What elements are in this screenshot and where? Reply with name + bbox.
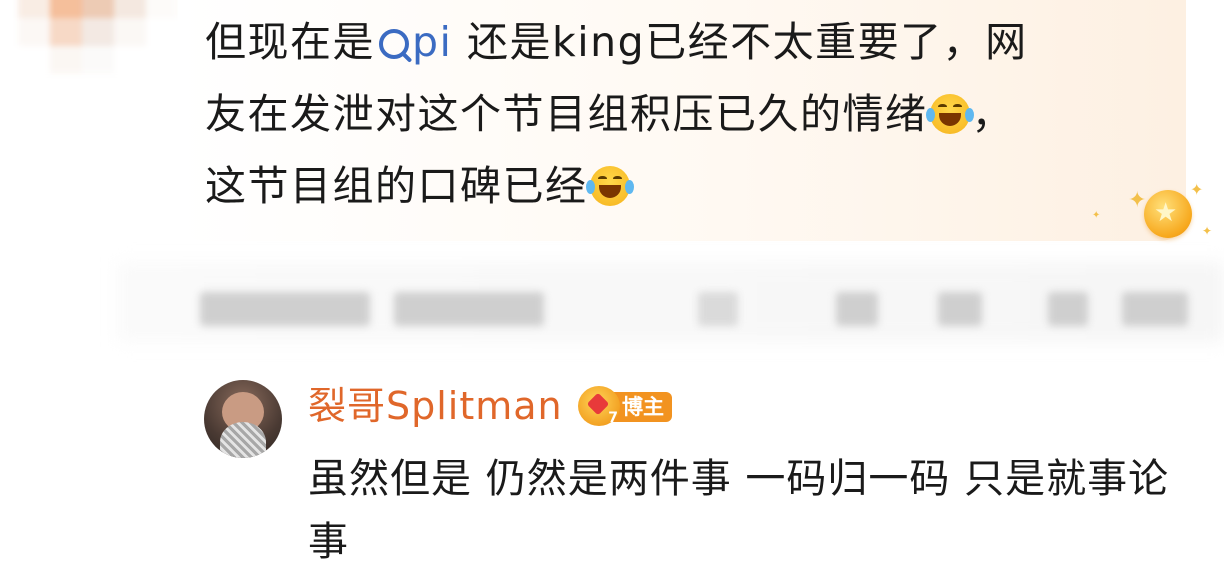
search-icon — [379, 29, 409, 59]
star-badge-icon: ★ — [1130, 190, 1206, 238]
sparkle-icon: ✦ — [1092, 210, 1101, 221]
reply-author-name[interactable]: 裂哥Splitman — [308, 380, 563, 432]
comment-text: 但现在是 pi 还是king已经不太重要了，网 友在发泄对这个节目组积压已久的情绪… — [205, 6, 1165, 222]
laugh-cry-emoji-icon — [925, 94, 974, 134]
comment-line1-start: 但现在是 — [205, 18, 375, 66]
comment-line1-end: 还是king已经不太重要了，网 — [452, 18, 1028, 66]
sparkle-icon: ✦ — [1190, 180, 1204, 199]
laugh-cry-emoji-icon — [585, 166, 634, 206]
comment-actions-blurred — [118, 262, 1218, 342]
mention-text: pi — [412, 18, 453, 66]
comment-line2: 友在发泄对这个节目组积压已久的情绪 — [205, 90, 928, 138]
fan-badge[interactable]: ✦ ✦ ✦ ✦ ★ — [1062, 180, 1212, 250]
reply-avatar[interactable] — [204, 380, 282, 458]
comment-line3: 这节目组的口碑已经 — [205, 162, 588, 210]
commenter-avatar-blurred[interactable] — [18, 0, 178, 74]
mention-link[interactable]: pi — [375, 18, 452, 66]
sparkle-icon: ✦ — [1202, 224, 1213, 238]
comment-line2-end: ， — [971, 90, 1014, 138]
reply-text: 虽然但是 仍然是两件事 一码归一码 只是就事论事 — [308, 456, 1170, 565]
comment-thread: 但现在是 pi 还是king已经不太重要了，网 友在发泄对这个节目组积压已久的情绪… — [0, 0, 1224, 583]
author-badge[interactable]: 博主 — [578, 386, 674, 426]
crown-icon — [578, 386, 620, 426]
